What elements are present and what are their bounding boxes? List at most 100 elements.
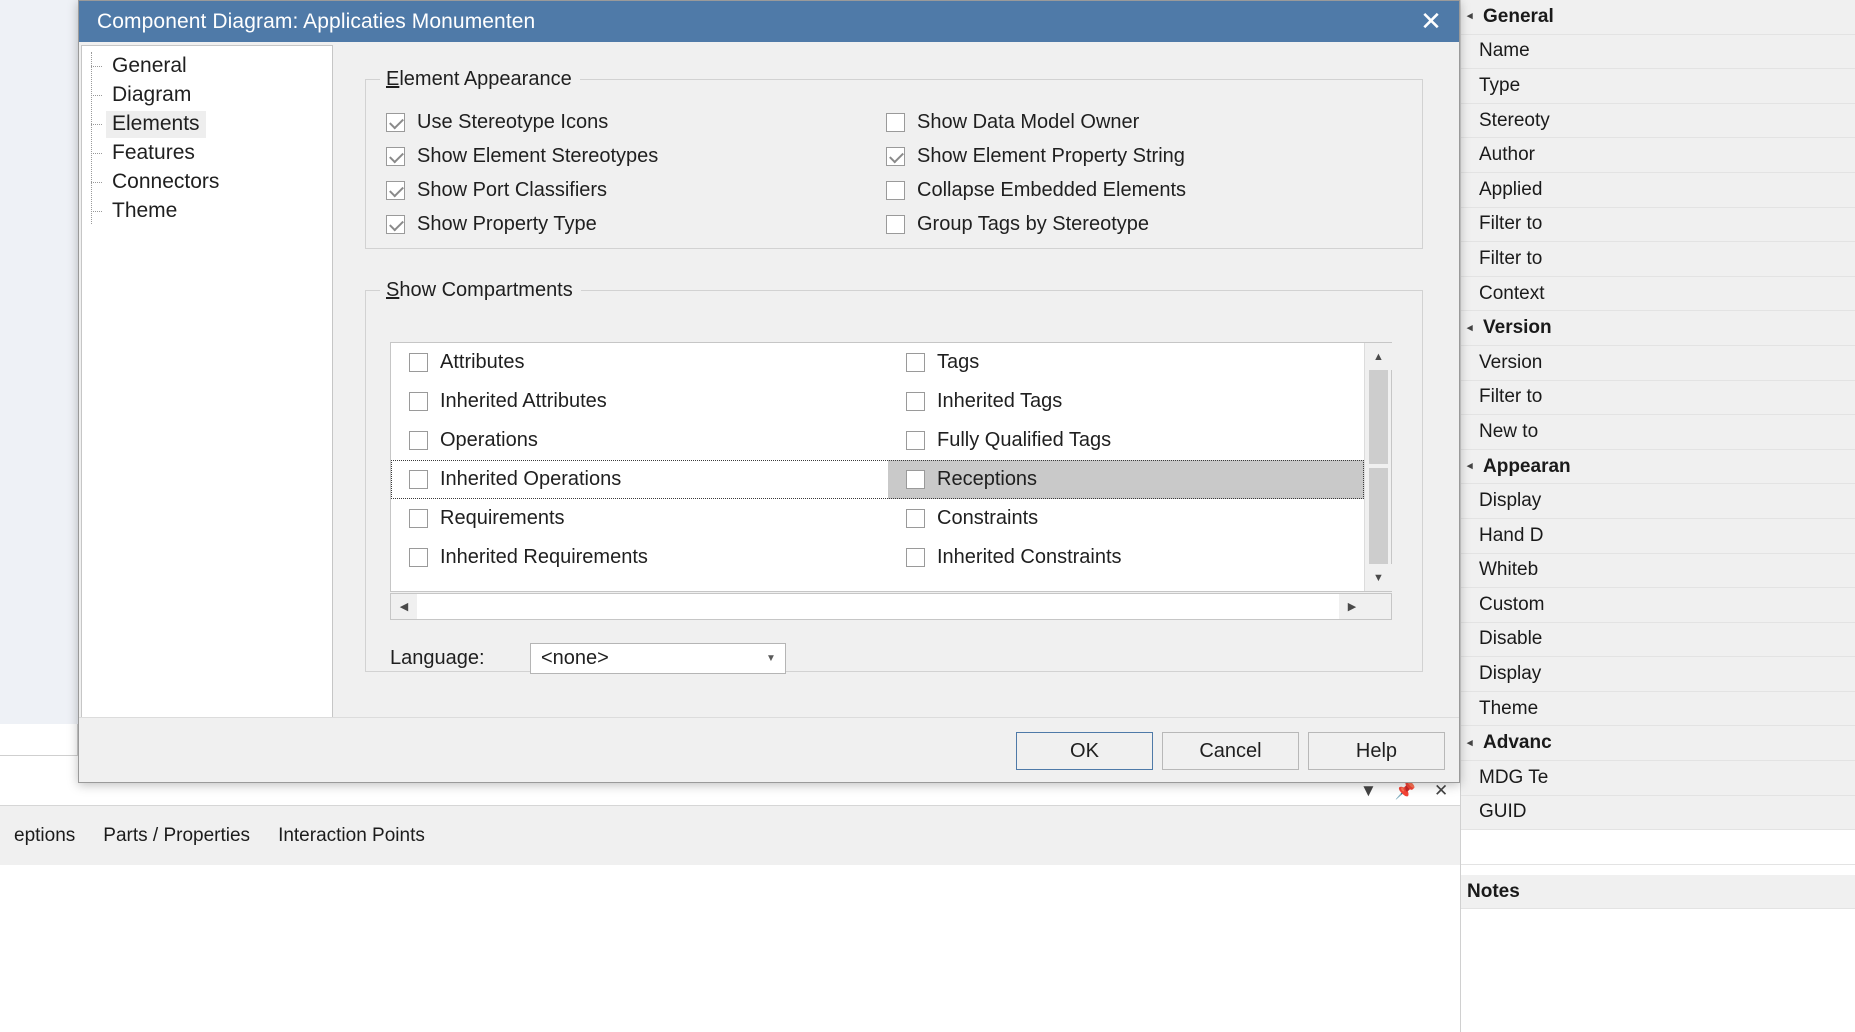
- scrollbar-thumb-upper[interactable]: [1369, 370, 1388, 464]
- checkbox-icon[interactable]: [886, 147, 905, 166]
- checkbox-icon[interactable]: [906, 431, 925, 450]
- checkbox-icon[interactable]: [906, 470, 925, 489]
- table-row-focused[interactable]: Inherited Operations Receptions: [391, 460, 1364, 499]
- nav-item-diagram[interactable]: Diagram: [82, 81, 332, 110]
- properties-notes-header[interactable]: Notes: [1461, 875, 1855, 910]
- tab-exceptions[interactable]: eptions: [0, 825, 89, 847]
- checkbox-icon[interactable]: [409, 353, 428, 372]
- properties-row-custom[interactable]: Custom: [1461, 588, 1855, 623]
- properties-row-disable[interactable]: Disable: [1461, 623, 1855, 658]
- table-row[interactable]: Operations Fully Qualified Tags: [391, 421, 1364, 460]
- checkbox-icon[interactable]: [386, 147, 405, 166]
- properties-row-mdg-technology[interactable]: MDG Te: [1461, 761, 1855, 796]
- scroll-up-icon[interactable]: ▲: [1365, 343, 1392, 370]
- scroll-right-icon[interactable]: ▶: [1339, 594, 1365, 619]
- checkbox-inherited-tags[interactable]: Inherited Tags: [888, 382, 1364, 421]
- properties-group-advanced[interactable]: ◂ Advanc: [1461, 726, 1855, 761]
- checkbox-icon[interactable]: [886, 181, 905, 200]
- checkbox-fully-qualified-tags[interactable]: Fully Qualified Tags: [888, 421, 1364, 460]
- language-select[interactable]: <none> ▼: [530, 643, 786, 674]
- nav-item-elements[interactable]: Elements: [82, 110, 332, 139]
- checkbox-collapse-embedded-elements[interactable]: Collapse Embedded Elements: [886, 173, 1422, 207]
- checkbox-icon[interactable]: [886, 215, 905, 234]
- checkbox-show-port-classifiers[interactable]: Show Port Classifiers: [386, 173, 886, 207]
- table-row[interactable]: Inherited Requirements Inherited Constra…: [391, 538, 1364, 577]
- properties-row-display-2[interactable]: Display: [1461, 657, 1855, 692]
- properties-row-context[interactable]: Context: [1461, 277, 1855, 312]
- checkbox-icon[interactable]: [409, 509, 428, 528]
- checkbox-inherited-requirements[interactable]: Inherited Requirements: [391, 538, 888, 577]
- properties-row-theme[interactable]: Theme: [1461, 692, 1855, 727]
- checkbox-show-data-model-owner[interactable]: Show Data Model Owner: [886, 105, 1422, 139]
- scrollbar-thumb-lower[interactable]: [1369, 468, 1388, 564]
- close-icon[interactable]: ✕: [1403, 1, 1459, 42]
- properties-row-hand-drawn[interactable]: Hand D: [1461, 519, 1855, 554]
- checkbox-show-element-stereotypes[interactable]: Show Element Stereotypes: [386, 139, 886, 173]
- properties-row-display-1[interactable]: Display: [1461, 484, 1855, 519]
- scroll-down-icon[interactable]: ▼: [1365, 564, 1392, 591]
- help-button[interactable]: Help: [1308, 732, 1445, 770]
- scroll-left-icon[interactable]: ◀: [391, 594, 417, 619]
- vertical-scrollbar[interactable]: ▲ ▼: [1364, 343, 1391, 591]
- properties-row-whiteboard[interactable]: Whiteb: [1461, 554, 1855, 589]
- checkbox-icon[interactable]: [386, 181, 405, 200]
- checkbox-icon[interactable]: [906, 392, 925, 411]
- horizontal-scrollbar[interactable]: ◀ ▶: [390, 593, 1392, 620]
- close-icon[interactable]: ✕: [1434, 782, 1448, 799]
- properties-group-appearance[interactable]: ◂ Appearan: [1461, 450, 1855, 485]
- scrollbar-track-horizontal[interactable]: [417, 594, 1339, 619]
- properties-row-type[interactable]: Type: [1461, 69, 1855, 104]
- checkbox-icon[interactable]: [409, 470, 428, 489]
- properties-row-stereotype[interactable]: Stereoty: [1461, 104, 1855, 139]
- checkbox-icon[interactable]: [906, 509, 925, 528]
- chevron-down-icon[interactable]: ▼: [1360, 782, 1377, 799]
- ok-button[interactable]: OK: [1016, 732, 1153, 770]
- table-row[interactable]: Requirements Constraints: [391, 499, 1364, 538]
- properties-group-version[interactable]: ◂ Version: [1461, 311, 1855, 346]
- checkbox-receptions[interactable]: Receptions: [888, 460, 1364, 499]
- chevron-down-icon[interactable]: ▼: [757, 644, 785, 673]
- checkbox-operations[interactable]: Operations: [391, 421, 888, 460]
- checkbox-show-element-property-string[interactable]: Show Element Property String: [886, 139, 1422, 173]
- pin-icon[interactable]: 📌: [1395, 782, 1416, 799]
- properties-row-new-to[interactable]: New to: [1461, 415, 1855, 450]
- cancel-button[interactable]: Cancel: [1162, 732, 1299, 770]
- checkbox-label: Inherited Operations: [440, 468, 621, 491]
- properties-row-version[interactable]: Version: [1461, 346, 1855, 381]
- checkbox-icon[interactable]: [906, 548, 925, 567]
- checkbox-icon[interactable]: [386, 215, 405, 234]
- checkbox-inherited-constraints[interactable]: Inherited Constraints: [888, 538, 1364, 577]
- checkbox-inherited-attributes[interactable]: Inherited Attributes: [391, 382, 888, 421]
- checkbox-tags[interactable]: Tags: [888, 343, 1364, 382]
- table-row[interactable]: Attributes Tags: [391, 343, 1364, 382]
- properties-group-general[interactable]: ◂ General: [1461, 0, 1855, 35]
- tab-parts-properties[interactable]: Parts / Properties: [89, 825, 264, 847]
- properties-row-filter-to-2[interactable]: Filter to: [1461, 242, 1855, 277]
- properties-row-filter-to-3[interactable]: Filter to: [1461, 381, 1855, 416]
- properties-row-author[interactable]: Author: [1461, 138, 1855, 173]
- checkbox-icon[interactable]: [409, 548, 428, 567]
- checkbox-requirements[interactable]: Requirements: [391, 499, 888, 538]
- properties-row-filter-to-1[interactable]: Filter to: [1461, 208, 1855, 243]
- checkbox-icon[interactable]: [409, 431, 428, 450]
- table-row[interactable]: Inherited Attributes Inherited Tags: [391, 382, 1364, 421]
- checkbox-attributes[interactable]: Attributes: [391, 343, 888, 382]
- checkbox-icon[interactable]: [886, 113, 905, 132]
- checkbox-show-property-type[interactable]: Show Property Type: [386, 207, 886, 241]
- nav-item-general[interactable]: General: [82, 52, 332, 81]
- checkbox-icon[interactable]: [906, 353, 925, 372]
- nav-item-connectors[interactable]: Connectors: [82, 168, 332, 197]
- checkbox-icon[interactable]: [386, 113, 405, 132]
- legend-mnemonic: S: [386, 279, 399, 301]
- properties-row-name[interactable]: Name: [1461, 35, 1855, 70]
- properties-row-guid[interactable]: GUID: [1461, 796, 1855, 831]
- properties-row-applied[interactable]: Applied: [1461, 173, 1855, 208]
- checkbox-group-tags-by-stereotype[interactable]: Group Tags by Stereotype: [886, 207, 1422, 241]
- checkbox-constraints[interactable]: Constraints: [888, 499, 1364, 538]
- checkbox-inherited-operations[interactable]: Inherited Operations: [391, 460, 888, 499]
- nav-item-theme[interactable]: Theme: [82, 197, 332, 226]
- nav-item-features[interactable]: Features: [82, 139, 332, 168]
- checkbox-use-stereotype-icons[interactable]: Use Stereotype Icons: [386, 105, 886, 139]
- tab-interaction-points[interactable]: Interaction Points: [264, 825, 439, 847]
- checkbox-icon[interactable]: [409, 392, 428, 411]
